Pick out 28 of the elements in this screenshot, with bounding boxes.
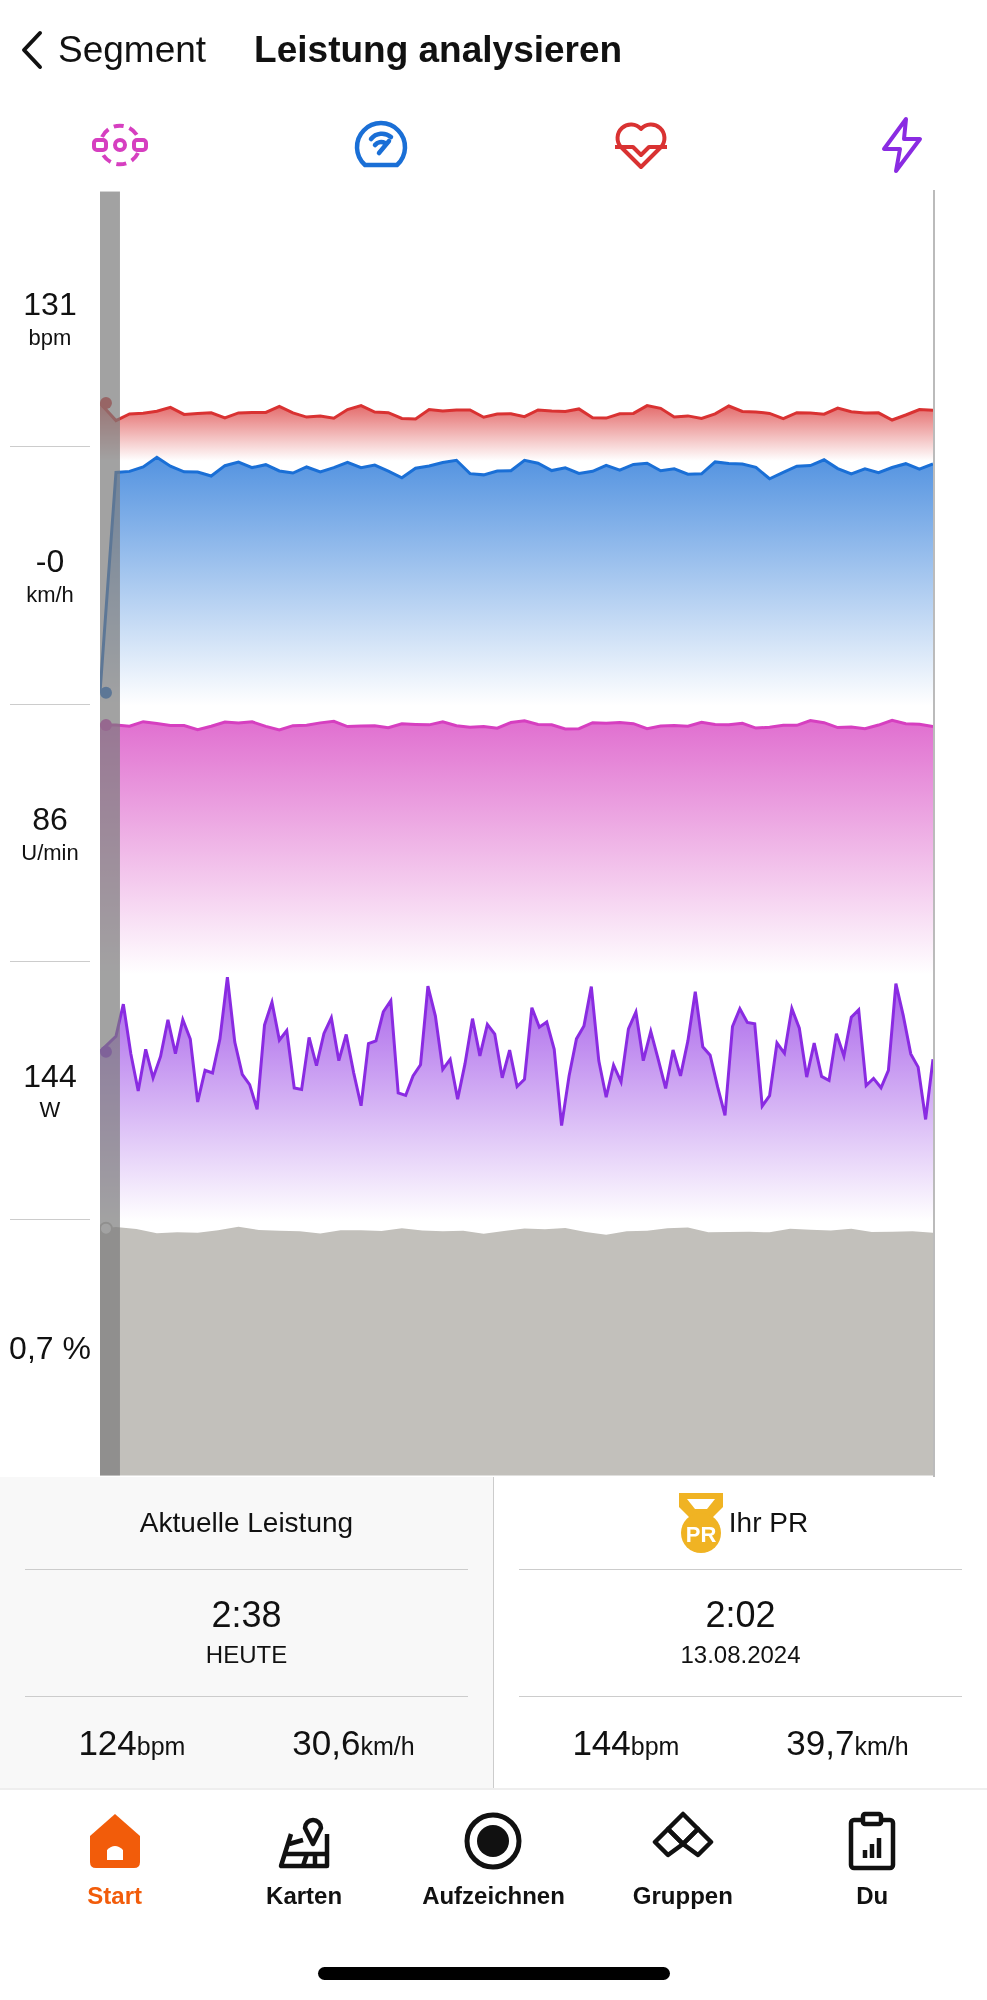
speed-stat: 39,7km/h [786,1722,909,1763]
metric-value: -0 [35,542,65,581]
section-title: Ihr PR [728,1507,809,1539]
metric-value: 131 [23,284,77,323]
segment-date: 13.08.2024 [680,1640,801,1670]
section-title: Aktuelle Leistung [139,1507,354,1539]
back-button[interactable]: Segment [20,29,207,71]
metric-unit: bpm [28,323,72,352]
heart-rate-stat: 124bpm [78,1722,186,1763]
page-title: Leistung analysieren [254,29,623,71]
metric-value: 144 [23,1056,77,1095]
metric-unit: U/min [21,838,79,867]
back-icon [20,30,44,70]
heart-rate-stat: 144bpm [572,1722,680,1763]
segment-time: 2:38 [211,1593,282,1637]
segment-time: 2:02 [705,1593,776,1637]
medal-label: PR [685,1522,717,1547]
metric-unit: W [39,1095,61,1124]
metric-value: 86 [32,799,68,838]
nav-tab[interactable]: Aufzeichnen [403,1810,584,1910]
metric-value: 0,7 % [9,1329,91,1368]
nav-tab[interactable]: Gruppen [592,1810,773,1910]
medal-icon [678,1493,723,1553]
nav-tab[interactable]: Karten [214,1810,395,1910]
segment-date: HEUTE [205,1640,288,1670]
speed-stat: 30,6km/h [292,1722,415,1763]
metric-unit: km/h [26,581,74,610]
nav-tab[interactable]: Du [782,1810,963,1910]
